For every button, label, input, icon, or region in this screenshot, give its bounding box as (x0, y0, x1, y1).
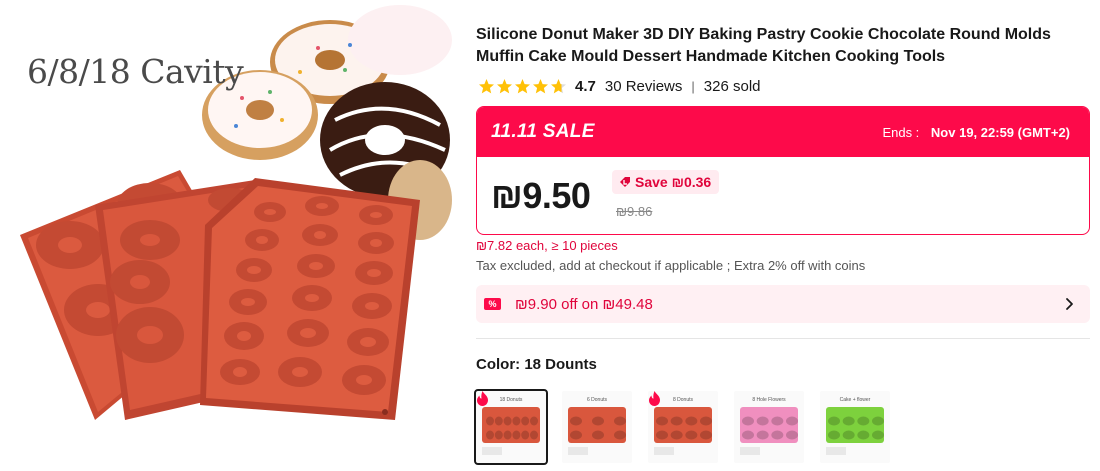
swatch-caption: 8 Hole Flowers (752, 397, 786, 403)
rating-score: 4.7 (575, 77, 596, 95)
color-option[interactable]: 6 Donuts (562, 391, 632, 463)
star-icon (479, 78, 494, 93)
bulk-price: ₪7.82 each, ≥ 10 pieces (476, 238, 618, 253)
divider (476, 338, 1090, 339)
tax-note: Tax excluded, add at checkout if applica… (476, 258, 866, 273)
ends-value: Nov 19, 22:59 (GMT+2) (930, 124, 1070, 140)
product-main-image[interactable]: 6/8/18 Cavity (0, 0, 452, 471)
swatch-caption: 6 Donuts (586, 397, 607, 403)
star-icon (497, 78, 512, 93)
sale-tag: 11.11 SALE (491, 121, 595, 142)
star-icon (515, 78, 530, 93)
reviews-link[interactable]: 30 Reviews (605, 78, 683, 95)
current-price: ₪9.50 (491, 175, 591, 216)
hot-flame-icon (477, 391, 488, 406)
color-label: Color: 18 Dounts (476, 356, 597, 373)
swatch-caption: Cake + flower (839, 397, 871, 403)
sold-count: 326 sold (703, 77, 761, 95)
star-rating[interactable] (478, 78, 567, 95)
save-text: Save ₪0.36 (635, 174, 712, 190)
hot-flame-icon (649, 391, 660, 406)
color-option[interactable]: 8 Hole Flowers (734, 391, 804, 463)
ends-label: Ends : (882, 124, 920, 140)
sale-countdown: Ends : Nov 19, 22:59 (GMT+2) (882, 125, 1070, 140)
product-page: 6/8/18 Cavity Silicone Donut Maker 3D DI… (0, 0, 1100, 471)
tag-down-icon (620, 177, 630, 187)
coupon-text: ₪9.90 off on ₪49.48 (515, 295, 653, 313)
color-option[interactable]: 18 Donuts (474, 389, 548, 465)
product-title: Silicone Donut Maker 3D DIY Baking Pastr… (476, 26, 1051, 65)
sale-banner: 11.11 SALE Ends : Nov 19, 22:59 (GMT+2) (477, 107, 1089, 157)
color-option[interactable]: Cake + flower (820, 391, 890, 463)
coupon-icon: % (484, 298, 501, 310)
save-badge: Save ₪0.36 (612, 170, 720, 194)
mold-18-cavity (200, 178, 420, 420)
color-swatches: 18 Donuts 6 Donuts 8 Donuts 8 Hole Flowers C… (474, 389, 890, 465)
chevron-right-icon[interactable] (1062, 296, 1076, 312)
rating-separator: | (691, 78, 695, 94)
cavity-label: 6/8/18 Cavity (27, 52, 244, 91)
star-icon (551, 78, 566, 93)
coupon-banner[interactable]: % ₪9.90 off on ₪49.48 (476, 285, 1090, 323)
color-option[interactable]: 8 Donuts (648, 391, 718, 463)
price-area: ₪9.50 Save ₪0.36 ₪9.86 (477, 157, 1089, 234)
star-icon (533, 78, 548, 93)
rating-row: 4.7 30 Reviews | 326 sold (478, 76, 761, 96)
sale-price-box: 11.11 SALE Ends : Nov 19, 22:59 (GMT+2) … (476, 106, 1090, 235)
original-price: ₪9.86 (616, 204, 653, 219)
